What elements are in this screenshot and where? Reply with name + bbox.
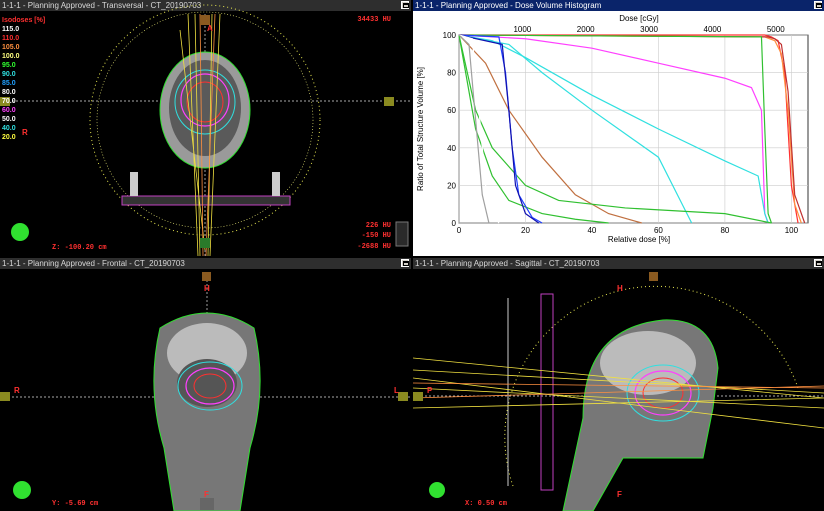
isodose-level: 50.0: [2, 116, 16, 123]
frontal-image: [0, 272, 411, 511]
isodose-level: 70.0: [2, 98, 16, 105]
feet-label: F: [617, 490, 622, 499]
y-tick-label: 20: [447, 181, 456, 190]
dose-tick-label: 2000: [577, 25, 595, 34]
transversal-image: [0, 4, 411, 256]
x-tick-label: 0: [457, 226, 462, 235]
x-tick-label: 40: [587, 226, 596, 235]
transversal-view[interactable]: 1-1-1 - Planning Approved - Transversal …: [0, 0, 411, 256]
isodose-level: 85.0: [2, 80, 16, 87]
x-tick-label: 60: [654, 226, 663, 235]
y-tick-label: 60: [447, 106, 456, 115]
patient-left-label: L: [394, 386, 399, 395]
isodose-level: 60.0: [2, 107, 16, 114]
y-tick-label: 0: [452, 219, 457, 228]
isodose-legend: Isodoses [%] 115.0 110.0 105.0 100.0 95.0 90.…: [2, 16, 45, 142]
volume-axis-label: Ratio of Total Structure Volume [%]: [416, 67, 425, 191]
head-label: H: [204, 284, 210, 293]
plot-area: [458, 34, 809, 224]
anterior-label: A: [207, 24, 213, 33]
isodose-level: 105.0: [2, 44, 20, 51]
frontal-view[interactable]: 1-1-1 - Planning Approved - Frontal - CT…: [0, 258, 411, 511]
dose-tick-label: 4000: [704, 25, 722, 34]
relative-dose-axis-label: Relative dose [%]: [608, 235, 670, 244]
slice-position: Z: -100.20 cm: [52, 244, 107, 252]
dvh-chart: Dose [cGy] Relative dose [%] Ratio of To…: [416, 14, 809, 244]
sagittal-image: [413, 272, 824, 511]
slice-position: Y: -5.69 cm: [52, 500, 99, 508]
x-tick-label: 20: [521, 226, 530, 235]
slice-position: X: 0.50 cm: [465, 500, 508, 508]
right-label: R: [22, 128, 28, 137]
hu-window-high: 226 HU: [365, 222, 391, 230]
posterior-label: P: [427, 386, 433, 395]
y-tick-label: 80: [447, 69, 456, 78]
y-tick-label: 40: [447, 144, 456, 153]
hu-window-low: -150 HU: [361, 232, 391, 240]
isodose-level: 95.0: [2, 62, 16, 69]
isodose-header: Isodoses [%]: [2, 17, 46, 24]
sagittal-view[interactable]: 1-1-1 - Planning Approved - Sagittal - C…: [413, 258, 824, 511]
isodose-level: 115.0: [2, 26, 20, 33]
dose-tick-label: 3000: [640, 25, 658, 34]
dvh-view[interactable]: 1-1-1 - Planning Approved - Dose Volume …: [413, 0, 824, 256]
dose-axis-label: Dose [cGy]: [619, 14, 659, 23]
head-label: H: [617, 284, 623, 293]
isodose-level: 90.0: [2, 71, 16, 78]
patient-right-label: R: [14, 386, 20, 395]
feet-label: F: [204, 490, 209, 499]
hu-min: -2688 HU: [357, 243, 391, 251]
dose-tick-label: 1000: [513, 25, 531, 34]
dose-tick-label: 5000: [767, 25, 785, 34]
isodose-level: 110.0: [2, 35, 20, 42]
x-tick-label: 100: [785, 226, 799, 235]
x-tick-label: 80: [720, 226, 729, 235]
isodose-level: 80.0: [2, 89, 16, 96]
y-tick-label: 100: [443, 31, 457, 40]
hu-max: 34433 HU: [357, 16, 391, 24]
isodose-level: 100.0: [2, 53, 20, 60]
